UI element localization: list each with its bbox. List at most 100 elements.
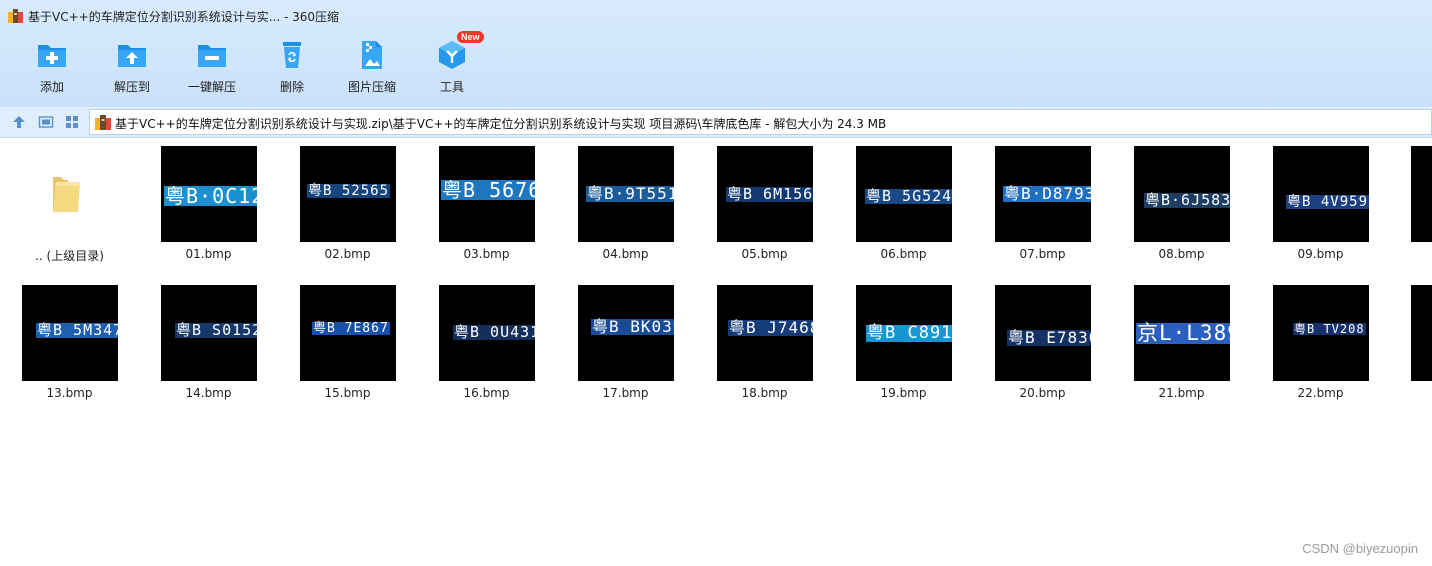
file-item[interactable]: 粤B·D8793 07.bmp — [973, 145, 1112, 275]
file-item[interactable]: 粤B·9T551 04.bmp — [556, 145, 695, 275]
license-plate-text: 粤B J7468 — [728, 320, 813, 336]
license-plate-text: 粤B 5M347 — [36, 323, 118, 338]
toolbar: 添加 解压到 一键解压 删除 图片压缩 New 工具 — [0, 31, 1432, 105]
license-plate-text: 粤B 52565 — [307, 183, 391, 199]
file-name: .. (上级目录) — [35, 249, 104, 263]
image-thumbnail: 粤B C8919 — [856, 285, 952, 381]
extract-to-icon — [118, 45, 146, 67]
file-name: 19.bmp — [880, 386, 927, 400]
image-compress-button[interactable]: 图片压缩 — [337, 35, 407, 99]
delete-button[interactable]: 删除 — [257, 35, 327, 99]
file-name: 17.bmp — [602, 386, 649, 400]
file-item[interactable]: 粤B S0152 14.bmp — [139, 284, 278, 414]
tools-button[interactable]: New 工具 — [417, 31, 487, 99]
file-name: 04.bmp — [602, 247, 649, 261]
image-thumbnail: 粤B 5M347 — [22, 285, 118, 381]
license-plate-text: 粤B 5G524 — [865, 187, 952, 205]
file-name: 07.bmp — [1019, 247, 1066, 261]
image-thumbnail: 粤B 4V959 — [1273, 146, 1369, 242]
file-name: 08.bmp — [1158, 247, 1205, 261]
watermark: CSDN @biyezuopin — [1302, 541, 1418, 556]
image-thumbnail: 粤B·6J583 — [1134, 146, 1230, 242]
license-plate-text: 粤B C8919 — [866, 325, 952, 342]
file-name: 09.bmp — [1297, 247, 1344, 261]
license-plate-text: 粤B 56767 — [441, 180, 535, 200]
up-arrow-icon[interactable] — [11, 114, 27, 130]
add-label: 添加 — [39, 80, 64, 94]
app-icon — [8, 9, 23, 23]
file-item[interactable]: 粤B 0U431 16.bmp — [417, 284, 556, 414]
file-item[interactable]: 粤B 7E867 15.bmp — [278, 284, 417, 414]
image-thumbnail: 粤B 0U431 — [439, 285, 535, 381]
window-chrome: 基于VC++的车牌定位分割识别系统设计与实... - 360压缩 添加 解压到 — [0, 0, 1432, 107]
license-plate-text: 粤B 6M156 — [726, 185, 813, 203]
file-name: 15.bmp — [324, 386, 371, 400]
file-item[interactable]: 粤B 5G524 06.bmp — [834, 145, 973, 275]
image-thumbnail: 粤B S0152 — [161, 285, 257, 381]
license-plate-text: 粤B·0C121 — [164, 186, 257, 206]
image-thumbnail: 粤B 56767 — [439, 146, 535, 242]
file-name: 22.bmp — [1297, 386, 1344, 400]
image-thumbnail: 粤B·0C121 — [161, 146, 257, 242]
delete-label: 删除 — [279, 80, 304, 94]
one-click-extract-button[interactable]: 一键解压 — [177, 35, 247, 99]
file-item[interactable]: 粤B 6M156 05.bmp — [695, 145, 834, 275]
file-name: 05.bmp — [741, 247, 788, 261]
license-plate-text: 粤B·6J583 — [1144, 193, 1230, 208]
file-item[interactable]: 粤B TV208 22.bmp — [1251, 284, 1390, 414]
file-grid: .. (上级目录)粤B·0C12101.bmp粤B 5256502.bmp粤B … — [0, 145, 1432, 566]
file-item[interactable]: 粤B 5M347 13.bmp — [0, 284, 139, 414]
parent-folder-item[interactable]: .. (上级目录) — [0, 145, 139, 275]
image-thumbnail: 粤B J7468 — [717, 285, 813, 381]
license-plate-text: 京L·L3890 — [1136, 323, 1230, 344]
file-item[interactable]: 京L·L3890 21.bmp — [1112, 284, 1251, 414]
file-item[interactable]: 粤B·0C121 01.bmp — [139, 145, 278, 275]
image-thumbnail: 粤B 5G524 — [856, 146, 952, 242]
zip-archive-icon — [95, 115, 111, 130]
file-name: 18.bmp — [741, 386, 788, 400]
window-title: 基于VC++的车牌定位分割识别系统设计与实... - 360压缩 — [28, 10, 340, 24]
file-item[interactable]: 粤B 52565 02.bmp — [278, 145, 417, 275]
file-item[interactable]: 粤B 56767 03.bmp — [417, 145, 556, 275]
file-item[interactable]: 粤B J7468 18.bmp — [695, 284, 834, 414]
partial-thumbnail — [1411, 146, 1432, 242]
grid-view-icon[interactable] — [64, 114, 80, 130]
image-thumbnail: 粤B·D8793 — [995, 146, 1091, 242]
extract-to-label: 解压到 — [113, 80, 150, 94]
address-bar: 基于VC++的车牌定位分割识别系统设计与实现.zip\基于VC++的车牌定位分割… — [0, 107, 1432, 138]
image-compress-icon — [362, 41, 382, 69]
title-bar: 基于VC++的车牌定位分割识别系统设计与实... - 360压缩 — [0, 0, 1432, 30]
thumbnail-view-icon[interactable] — [38, 114, 54, 130]
file-item[interactable]: 粤B E7830 20.bmp — [973, 284, 1112, 414]
partial-thumbnail — [1411, 285, 1432, 381]
image-compress-label: 图片压缩 — [347, 80, 396, 94]
tools-icon — [439, 41, 465, 69]
file-name: 13.bmp — [46, 386, 93, 400]
image-thumbnail: 粤B TV208 — [1273, 285, 1369, 381]
image-thumbnail: 粤B·9T551 — [578, 146, 674, 242]
file-item[interactable]: 粤B 4V959 09.bmp — [1251, 145, 1390, 275]
add-button[interactable]: 添加 — [17, 35, 87, 99]
license-plate-text: 粤B 0U431 — [453, 325, 535, 340]
one-click-extract-icon — [198, 45, 226, 67]
file-name: 21.bmp — [1158, 386, 1205, 400]
one-click-extract-label: 一键解压 — [187, 80, 236, 94]
path-field[interactable]: 基于VC++的车牌定位分割识别系统设计与实现.zip\基于VC++的车牌定位分割… — [89, 109, 1432, 135]
file-item[interactable]: 粤B BK039 17.bmp — [556, 284, 695, 414]
image-thumbnail: 京L·L3890 — [1134, 285, 1230, 381]
extract-to-button[interactable]: 解压到 — [97, 35, 167, 99]
image-thumbnail: 粤B 52565 — [300, 146, 396, 242]
file-name: 01.bmp — [185, 247, 232, 261]
image-thumbnail: 粤B 7E867 — [300, 285, 396, 381]
add-icon — [38, 45, 66, 67]
file-name: 16.bmp — [463, 386, 510, 400]
license-plate-text: 粤B TV208 — [1293, 322, 1366, 336]
image-thumbnail: 粤B E7830 — [995, 285, 1091, 381]
file-item[interactable]: 粤B·6J583 08.bmp — [1112, 145, 1251, 275]
file-name: 02.bmp — [324, 247, 371, 261]
license-plate-text: 粤B 4V959 — [1286, 194, 1369, 210]
folder-icon — [53, 177, 80, 212]
file-name: 06.bmp — [880, 247, 927, 261]
file-item[interactable]: 粤B C8919 19.bmp — [834, 284, 973, 414]
tools-label: 工具 — [439, 80, 464, 94]
